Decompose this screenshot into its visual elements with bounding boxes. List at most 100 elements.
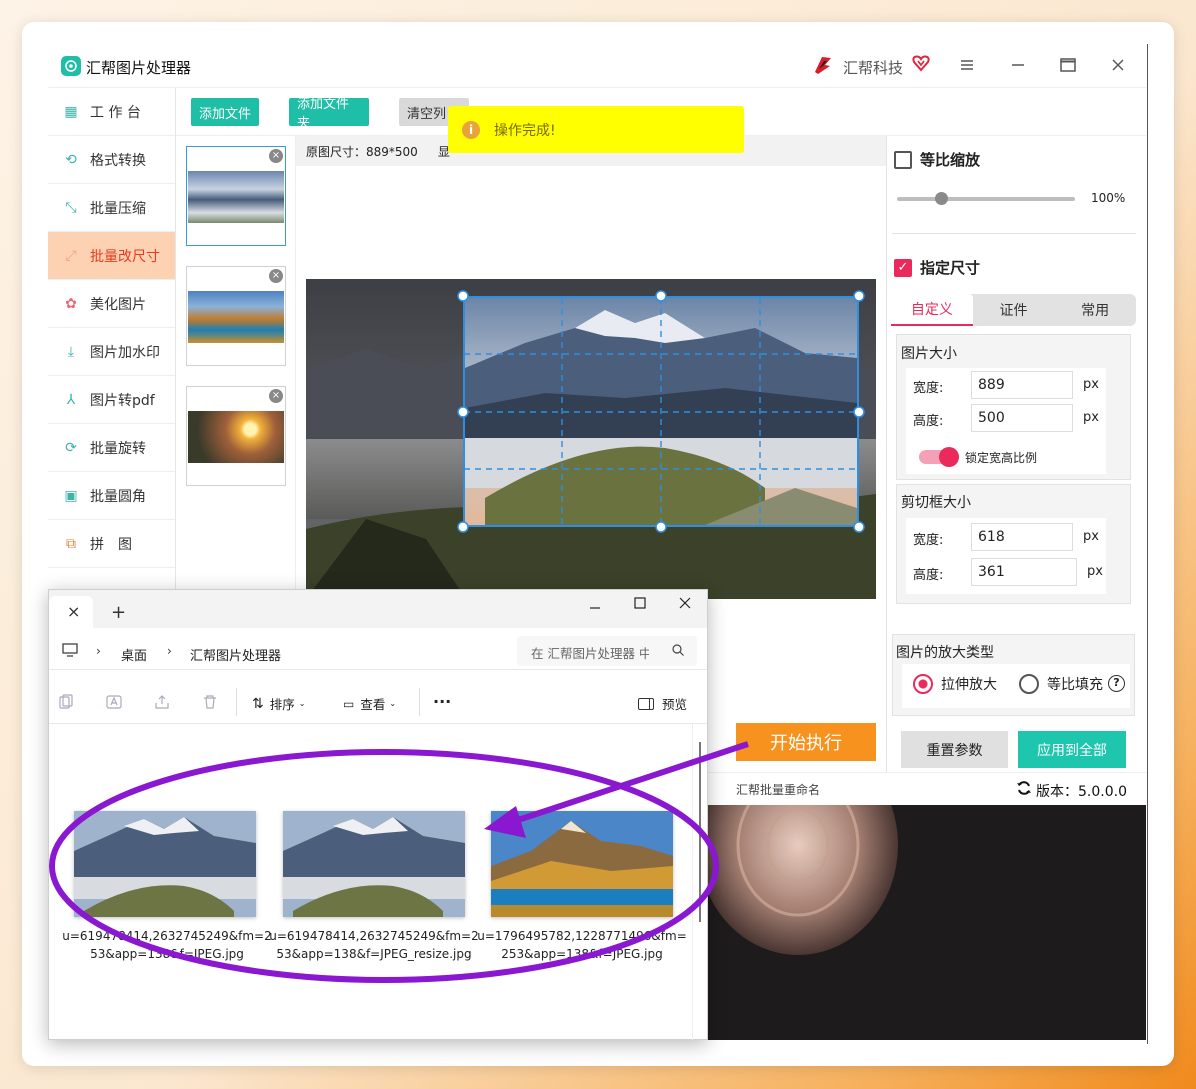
thumbnail-image	[188, 411, 284, 463]
sidebar-item-round-corner[interactable]: ▣ 批量圆角	[48, 472, 175, 520]
search-icon	[671, 643, 685, 657]
file-thumbnail[interactable]	[283, 811, 465, 917]
sidebar-item-format-convert[interactable]: ⟲ 格式转换	[48, 136, 175, 184]
add-file-button[interactable]: 添加文件	[191, 98, 259, 126]
chevron-down-icon: ⌄	[298, 699, 306, 708]
crop-height-unit: px	[1087, 564, 1103, 579]
crop-height-input[interactable]: 361	[971, 558, 1077, 586]
remove-icon[interactable]: ×	[269, 149, 283, 163]
apply-all-button[interactable]: 应用到全部	[1018, 731, 1126, 768]
width-input[interactable]: 889	[971, 371, 1073, 399]
proportional-scale-checkbox[interactable]: 等比缩放	[894, 149, 980, 170]
sidebar-item-label: 图片转pdf	[90, 392, 155, 409]
explorer-tabbar	[49, 590, 707, 628]
thumbnail-item[interactable]: ×	[186, 266, 286, 366]
remove-icon[interactable]: ×	[269, 269, 283, 283]
lock-ratio-toggle[interactable]	[919, 447, 959, 467]
delete-icon[interactable]	[202, 694, 218, 710]
desktop-wallpaper	[708, 805, 1146, 1040]
share-icon[interactable]	[154, 694, 170, 710]
maximize-icon[interactable]	[1060, 58, 1076, 72]
sidebar-item-beautify[interactable]: ✿ 美化图片	[48, 280, 175, 328]
menu-icon[interactable]	[960, 58, 974, 72]
specify-size-label: 指定尺寸	[920, 259, 981, 277]
collage-icon: ⧉	[66, 535, 76, 552]
breadcrumb-folder[interactable]: 汇帮图片处理器	[190, 645, 281, 664]
tab-close-icon[interactable]: ×	[67, 602, 80, 621]
panel-divider	[892, 233, 1136, 234]
file-name[interactable]: u=619478414,2632745249&fm=253&app=138&f=…	[62, 927, 272, 963]
computer-icon[interactable]	[62, 643, 78, 657]
sidebar: ▦ 工 作 台 ⟲ 格式转换 ⤡ 批量压缩 ⤢ 批量改尺寸 ✿ 美化图片 ⤓ 图片加水印 ⅄…	[48, 88, 176, 598]
rotate-icon: ⟳	[65, 439, 77, 456]
round-corner-icon: ▣	[64, 487, 78, 504]
remove-icon[interactable]: ×	[269, 389, 283, 403]
rename-icon[interactable]	[106, 694, 122, 710]
start-button[interactable]: 开始执行	[736, 723, 876, 761]
preview-label: 预览	[662, 697, 688, 712]
help-icon[interactable]: ?	[1108, 675, 1125, 692]
image-size-title: 图片大小	[901, 346, 957, 362]
sidebar-item-compress[interactable]: ⤡ 批量压缩	[48, 184, 175, 232]
explorer-maximize-icon[interactable]	[634, 597, 646, 609]
crop-height-label: 高度:	[913, 568, 944, 583]
sidebar-item-workbench[interactable]: ▦ 工 作 台	[48, 88, 175, 136]
enlarge-type-title: 图片的放大类型	[896, 645, 994, 661]
height-unit: px	[1083, 410, 1099, 425]
file-thumbnail[interactable]	[491, 811, 673, 917]
sidebar-item-collage[interactable]: ⧉ 拼 图	[48, 520, 175, 568]
radio-icon	[1019, 674, 1039, 694]
scale-slider[interactable]	[897, 192, 1075, 205]
original-size-label: 原图尺寸：889*500	[306, 144, 418, 159]
sidebar-item-rotate[interactable]: ⟳ 批量旋转	[48, 424, 175, 472]
minimize-icon[interactable]	[1011, 58, 1025, 72]
stretch-radio[interactable]: 拉伸放大	[913, 674, 997, 694]
command-divider	[236, 688, 237, 716]
slider-knob[interactable]	[935, 192, 948, 205]
crop-width-input[interactable]: 618	[971, 523, 1073, 551]
add-folder-button[interactable]: 添加文件夹	[289, 97, 369, 131]
rename-link[interactable]: 汇帮批量重命名	[736, 781, 820, 798]
close-icon[interactable]	[1112, 59, 1124, 71]
view-button[interactable]: ▭ 查看 ⌄	[343, 694, 396, 713]
explorer-minimize-icon[interactable]	[589, 602, 601, 614]
sidebar-item-watermark[interactable]: ⤓ 图片加水印	[48, 328, 175, 376]
explorer-close-icon[interactable]	[679, 597, 691, 609]
refresh-icon[interactable]	[1016, 780, 1032, 796]
tab-id-photo[interactable]: 证件	[973, 294, 1055, 326]
vip-heart-icon[interactable]	[912, 54, 930, 72]
more-button[interactable]: ···	[433, 692, 451, 711]
sort-button[interactable]: ⇅ 排序 ⌄	[252, 694, 305, 713]
sidebar-item-label: 批量旋转	[90, 440, 146, 457]
proportional-scale-label: 等比缩放	[920, 151, 981, 169]
grid-icon: ▦	[64, 103, 78, 120]
thumbnail-item[interactable]: ×	[186, 146, 286, 246]
copy-icon[interactable]	[58, 694, 74, 710]
toggle-knob	[939, 447, 959, 467]
crop-width-label: 宽度:	[913, 533, 944, 548]
crop-box[interactable]	[463, 296, 859, 527]
sidebar-item-resize[interactable]: ⤢ 批量改尺寸	[48, 232, 175, 280]
file-thumbnail[interactable]	[74, 811, 256, 917]
sidebar-item-label: 美化图片	[90, 296, 146, 313]
search-box[interactable]: 在 汇帮图片处理器 中搜索	[517, 636, 697, 666]
height-input[interactable]: 500	[971, 404, 1073, 432]
preview-button[interactable]: 预览	[638, 694, 687, 713]
new-tab-icon[interactable]: +	[111, 602, 126, 623]
size-mode-tabs: 自定义 证件 常用	[891, 294, 1136, 326]
explorer-scrollbar[interactable]	[699, 742, 701, 922]
file-name[interactable]: u=619478414,2632745249&fm=253&app=138&f=…	[269, 927, 479, 963]
lock-ratio-label: 锁定宽高比例	[965, 451, 1038, 465]
thumbnail-item[interactable]: ×	[186, 386, 286, 486]
brand-name: 汇帮科技	[843, 59, 904, 77]
breadcrumb-desktop[interactable]: 桌面	[121, 645, 147, 664]
file-name[interactable]: u=1796495782,1228771496&fm=253&app=138&f…	[477, 927, 687, 963]
tab-custom[interactable]: 自定义	[891, 294, 973, 326]
fill-radio[interactable]: 等比填充	[1019, 674, 1103, 694]
reset-button[interactable]: 重置参数	[901, 731, 1008, 768]
toast-message: 操作完成!	[494, 122, 556, 139]
tab-common[interactable]: 常用	[1054, 294, 1136, 326]
sidebar-item-to-pdf[interactable]: ⅄ 图片转pdf	[48, 376, 175, 424]
specify-size-checkbox[interactable]: ✓ 指定尺寸	[894, 257, 980, 278]
sidebar-item-label: 批量改尺寸	[90, 248, 160, 265]
